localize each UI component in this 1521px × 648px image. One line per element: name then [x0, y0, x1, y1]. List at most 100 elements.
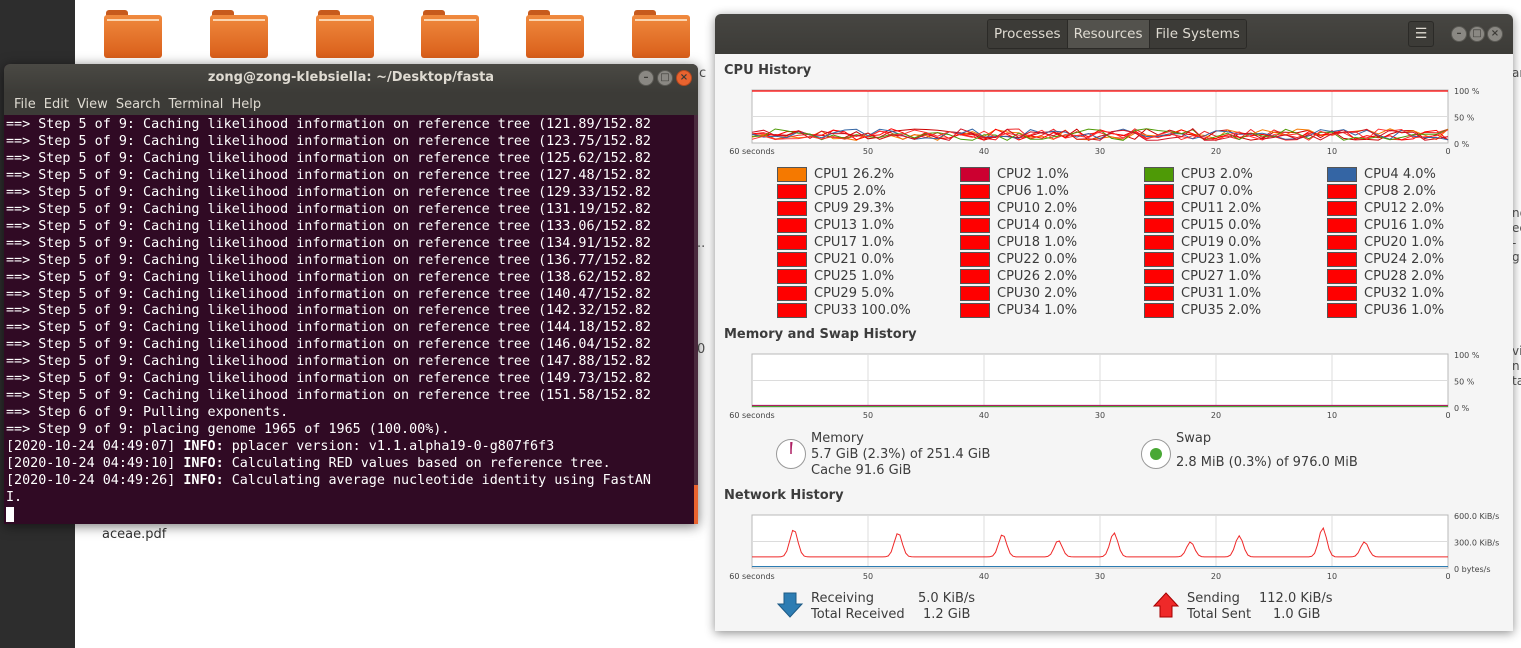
terminal-window[interactable]: zong@zong-klebsiella: ~/Desktop/fasta – …: [4, 64, 698, 524]
cpu-color-swatch[interactable]: [960, 184, 990, 199]
system-monitor-headerbar[interactable]: Processes Resources File Systems ☰ – □ ×: [715, 14, 1513, 54]
maximize-icon[interactable]: □: [657, 70, 673, 86]
cpu-color-swatch[interactable]: [777, 218, 807, 233]
cpu-color-swatch[interactable]: [777, 303, 807, 318]
cpu-usage-value: 1.0%: [1411, 235, 1445, 250]
cpu-color-swatch[interactable]: [777, 167, 807, 182]
cpu-color-swatch[interactable]: [1144, 201, 1174, 216]
terminal-output[interactable]: ==> Step 5 of 9: Caching likelihood info…: [6, 115, 694, 524]
log-timestamp: [2020-10-24 04:49:26]: [6, 473, 184, 489]
memory-swap-history-graph: 60 seconds 50 40 30 20 10 0 100 % 50 % 0 %: [729, 351, 1480, 420]
cpu-name: CPU5: [814, 184, 849, 199]
cpu-usage-value: 26.2%: [852, 167, 895, 182]
cpu-color-swatch[interactable]: [1144, 286, 1174, 301]
terminal-scrollbar[interactable]: [694, 115, 698, 524]
cpu-label: CPU32 1.0%: [1364, 286, 1444, 301]
cpu-color-swatch[interactable]: [777, 269, 807, 284]
network-history-graph: 60 seconds 50 40 30 20 10 0 600.0 KiB/s 300.0 Ki…: [729, 512, 1499, 581]
folder-icon[interactable]: [632, 10, 690, 58]
cpu-label: CPU4 4.0%: [1364, 167, 1436, 182]
cpu-color-swatch[interactable]: [1327, 184, 1357, 199]
network-history-title: Network History: [724, 488, 844, 503]
cpu-legend-item: CPU19 0.0%: [1144, 234, 1261, 251]
cpu-color-swatch[interactable]: [960, 167, 990, 182]
cpu-color-swatch[interactable]: [777, 286, 807, 301]
cpu-name: CPU12: [1364, 201, 1407, 216]
cpu-color-swatch[interactable]: [960, 218, 990, 233]
cpu-color-swatch[interactable]: [1327, 167, 1357, 182]
terminal-titlebar[interactable]: zong@zong-klebsiella: ~/Desktop/fasta – …: [4, 64, 698, 93]
cpu-color-swatch[interactable]: [1144, 269, 1174, 284]
cpu-color-swatch[interactable]: [960, 286, 990, 301]
cpu-name: CPU34: [997, 303, 1040, 318]
swap-pie-icon[interactable]: [1141, 439, 1171, 469]
folder-icon[interactable]: [316, 10, 374, 58]
system-monitor-window[interactable]: Processes Resources File Systems ☰ – □ ×…: [715, 14, 1513, 631]
maximize-icon[interactable]: □: [1469, 26, 1485, 42]
tab-file-systems[interactable]: File Systems: [1149, 20, 1246, 48]
cpu-color-swatch[interactable]: [777, 201, 807, 216]
cpu-color-swatch[interactable]: [1144, 167, 1174, 182]
terminal-line: [2020-10-24 04:49:26] INFO: Calculating …: [6, 473, 694, 490]
menu-search[interactable]: Search: [112, 97, 165, 112]
minimize-icon[interactable]: –: [638, 70, 654, 86]
cpu-color-swatch[interactable]: [1327, 201, 1357, 216]
cpu-color-swatch[interactable]: [960, 235, 990, 250]
cpu-usage-value: 1.0%: [1228, 269, 1262, 284]
cpu-color-swatch[interactable]: [960, 303, 990, 318]
cpu-name: CPU28: [1364, 269, 1407, 284]
cpu-color-swatch[interactable]: [777, 252, 807, 267]
cpu-color-swatch[interactable]: [960, 252, 990, 267]
tab-resources[interactable]: Resources: [1067, 20, 1150, 48]
desktop-file-label[interactable]: aceae.pdf: [102, 527, 166, 542]
cpu-label: CPU28 2.0%: [1364, 269, 1444, 284]
folder-icon[interactable]: [104, 10, 162, 58]
close-icon[interactable]: ×: [1487, 26, 1503, 42]
cpu-color-swatch[interactable]: [777, 235, 807, 250]
memory-title: Memory: [811, 431, 864, 446]
folder-icon[interactable]: [210, 10, 268, 58]
cpu-usage-value: 4.0%: [1402, 167, 1436, 182]
minimize-icon[interactable]: –: [1451, 26, 1467, 42]
cpu-legend-item: CPU9 29.3%: [777, 200, 894, 217]
hamburger-icon[interactable]: ☰: [1408, 21, 1434, 47]
close-icon[interactable]: ×: [676, 70, 692, 86]
tab-processes[interactable]: Processes: [988, 20, 1068, 48]
cpu-label: CPU30 2.0%: [997, 286, 1077, 301]
total-sent-value: 1.0 GiB: [1273, 607, 1321, 622]
x-tick-label: 50: [863, 147, 873, 156]
cpu-label: CPU20 1.0%: [1364, 235, 1444, 250]
scrollbar-thumb[interactable]: [694, 485, 698, 524]
cpu-color-swatch[interactable]: [777, 184, 807, 199]
memory-pie-icon[interactable]: [776, 439, 806, 469]
x-tick-label: 50: [863, 411, 873, 420]
terminal-line: ==> Step 5 of 9: Caching likelihood info…: [6, 388, 694, 405]
cpu-color-swatch[interactable]: [1327, 269, 1357, 284]
cpu-label: CPU22 0.0%: [997, 252, 1077, 267]
log-timestamp: [2020-10-24 04:49:10]: [6, 456, 184, 472]
cpu-color-swatch[interactable]: [960, 269, 990, 284]
cpu-color-swatch[interactable]: [1327, 286, 1357, 301]
cpu-color-swatch[interactable]: [1327, 252, 1357, 267]
menu-edit[interactable]: Edit: [40, 97, 73, 112]
menu-help[interactable]: Help: [227, 97, 265, 112]
cpu-color-swatch[interactable]: [1144, 235, 1174, 250]
cpu-color-swatch[interactable]: [1327, 218, 1357, 233]
cpu-color-swatch[interactable]: [960, 201, 990, 216]
terminal-menubar: File Edit View Search Terminal Help: [4, 93, 698, 115]
menu-file[interactable]: File: [10, 97, 40, 112]
cpu-color-swatch[interactable]: [1144, 184, 1174, 199]
cpu-legend-item: CPU33 100.0%: [777, 302, 911, 319]
cpu-color-swatch[interactable]: [1327, 303, 1357, 318]
folder-icon[interactable]: [421, 10, 479, 58]
folder-icon[interactable]: [526, 10, 584, 58]
menu-terminal[interactable]: Terminal: [164, 97, 227, 112]
cpu-color-swatch[interactable]: [1144, 303, 1174, 318]
menu-view[interactable]: View: [73, 97, 112, 112]
cpu-color-swatch[interactable]: [1144, 252, 1174, 267]
cpu-usage-value: 1.0%: [861, 218, 895, 233]
cpu-label: CPU18 1.0%: [997, 235, 1077, 250]
cpu-color-swatch[interactable]: [1144, 218, 1174, 233]
cpu-color-swatch[interactable]: [1327, 235, 1357, 250]
swap-title: Swap: [1176, 431, 1212, 446]
